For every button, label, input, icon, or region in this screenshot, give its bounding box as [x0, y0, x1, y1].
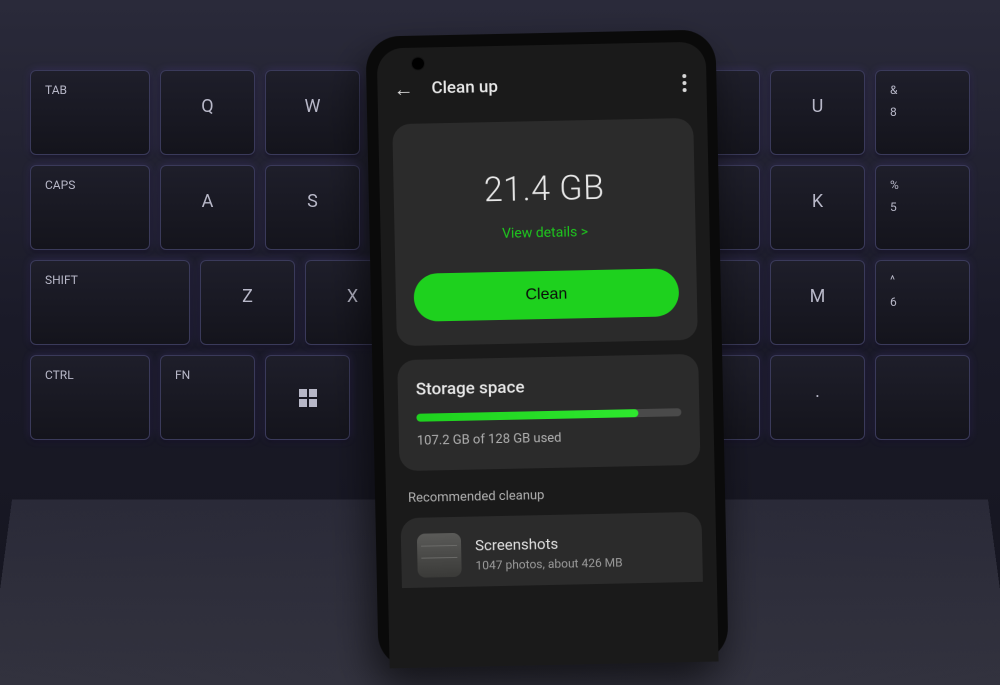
key-w: W — [265, 70, 360, 155]
storage-title: Storage space — [416, 374, 681, 400]
storage-progress-bar — [416, 408, 681, 422]
key-q: Q — [160, 70, 255, 155]
key-z: Z — [200, 260, 295, 345]
recommended-item-meta: 1047 photos, about 426 MB — [475, 554, 686, 572]
key-s: S — [265, 165, 360, 250]
key-fn: FN — [160, 355, 255, 440]
key-u: U — [770, 70, 865, 155]
key-8: &8 — [875, 70, 970, 155]
back-arrow-icon[interactable]: ← — [393, 76, 414, 101]
recommended-section-title: Recommended cleanup — [408, 485, 693, 506]
key-a: A — [160, 165, 255, 250]
phone-device: ← Clean up 21.4 GB View details > Clean … — [365, 29, 728, 668]
key-windows — [265, 355, 350, 440]
app-topbar: ← Clean up — [377, 42, 707, 117]
recommended-item-screenshots[interactable]: Screenshots 1047 photos, about 426 MB — [401, 512, 703, 588]
storage-space-card[interactable]: Storage space 107.2 GB of 128 GB used — [397, 354, 700, 471]
view-details-link[interactable]: View details > — [502, 224, 588, 242]
kebab-menu-icon[interactable] — [678, 70, 691, 96]
key-tab: TAB — [30, 70, 150, 155]
key-m: M — [770, 260, 865, 345]
key-shift: SHIFT — [30, 260, 190, 345]
page-title: Clean up — [431, 73, 678, 98]
cleanable-size: 21.4 GB — [483, 168, 604, 211]
clean-button[interactable]: Clean — [413, 268, 679, 322]
phone-screen: ← Clean up 21.4 GB View details > Clean … — [377, 42, 719, 669]
key-ctrl: CTRL — [30, 355, 150, 440]
key-period: . — [770, 355, 865, 440]
windows-icon — [299, 389, 317, 407]
cleanup-summary-card: 21.4 GB View details > Clean — [392, 118, 698, 346]
key-5: %5 — [875, 165, 970, 250]
screenshots-thumbnail-icon — [417, 533, 462, 578]
key-caps: CAPS — [30, 165, 150, 250]
recommended-item-name: Screenshots — [475, 532, 686, 554]
key-k: K — [770, 165, 865, 250]
key-blank — [875, 355, 970, 440]
storage-subtitle: 107.2 GB of 128 GB used — [417, 428, 682, 449]
key-6: ^6 — [875, 260, 970, 345]
storage-progress-fill — [416, 409, 638, 422]
